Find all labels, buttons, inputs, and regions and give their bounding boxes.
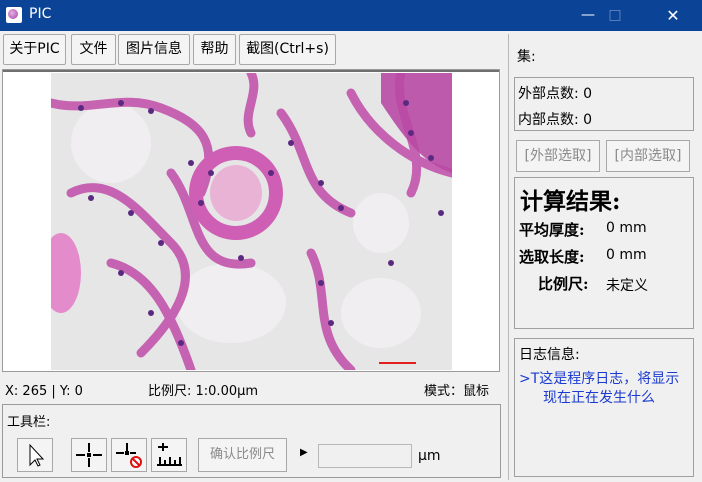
scale-ruler-icon — [157, 443, 182, 466]
log-message: >T这是程序日志，将显示 现在正在发生什么 — [519, 370, 695, 408]
remove-point-tool-button[interactable] — [111, 438, 147, 472]
scale-readout: 比例尺: 1:0.00μm — [148, 384, 259, 399]
confirm-scale-button[interactable]: 确认比例尺 — [198, 438, 287, 472]
pointer-icon — [29, 443, 45, 467]
menu-about-button[interactable]: 关于PIC — [3, 34, 66, 65]
inner-points-count: 内部点数: 0 — [518, 112, 593, 128]
selected-length-label: 选取长度: — [519, 248, 585, 266]
log-title: 日志信息: — [519, 347, 580, 363]
scale-length-input[interactable] — [318, 444, 412, 468]
scale-value: 未定义 — [606, 278, 648, 294]
pointer-tool-button[interactable] — [17, 438, 53, 472]
menu-file-button[interactable]: 文件 — [71, 34, 116, 65]
crosshair-remove-icon — [116, 443, 142, 468]
selected-length-value: 0 mm — [606, 247, 647, 263]
log-line: >T这是程序日志，将显示 — [519, 371, 680, 387]
avg-thickness-label: 平均厚度: — [519, 221, 585, 239]
app-icon — [6, 7, 22, 23]
toolbar-label: 工具栏: — [7, 415, 51, 430]
mode-readout: 模式：鼠标 — [424, 384, 490, 399]
image-viewer[interactable] — [2, 69, 500, 372]
menu-image-info-button[interactable]: 图片信息 — [118, 34, 190, 65]
microscopy-image[interactable] — [51, 73, 452, 370]
crosshair-add-icon — [76, 443, 102, 467]
window-title: PIC — [29, 6, 52, 22]
unit-label: μm — [418, 448, 441, 464]
menu-help-button[interactable]: 帮助 — [193, 34, 236, 65]
arrow-right-icon: ▶ — [300, 447, 308, 458]
menu-screenshot-button[interactable]: 截图(Ctrl+s) — [239, 34, 336, 65]
set-label: 集: — [517, 49, 536, 65]
add-point-tool-button[interactable] — [71, 438, 107, 472]
panel-divider — [508, 34, 509, 480]
results-title: 计算结果: — [520, 188, 621, 215]
scale-label: 比例尺: — [538, 275, 589, 293]
outer-points-count: 外部点数: 0 — [518, 86, 593, 102]
close-button[interactable]: ✕ — [650, 0, 696, 31]
coords-readout: X: 265 | Y: 0 — [5, 384, 83, 399]
outer-select-button[interactable]: [外部选取] — [516, 140, 600, 172]
log-line: 现在正在发生什么 — [543, 390, 655, 406]
avg-thickness-value: 0 mm — [606, 220, 647, 236]
inner-select-button[interactable]: [内部选取] — [606, 140, 690, 172]
title-bar: PIC — □ ✕ — [0, 0, 702, 31]
maximize-button[interactable]: □ — [592, 0, 638, 31]
scale-tool-button[interactable] — [151, 438, 187, 472]
